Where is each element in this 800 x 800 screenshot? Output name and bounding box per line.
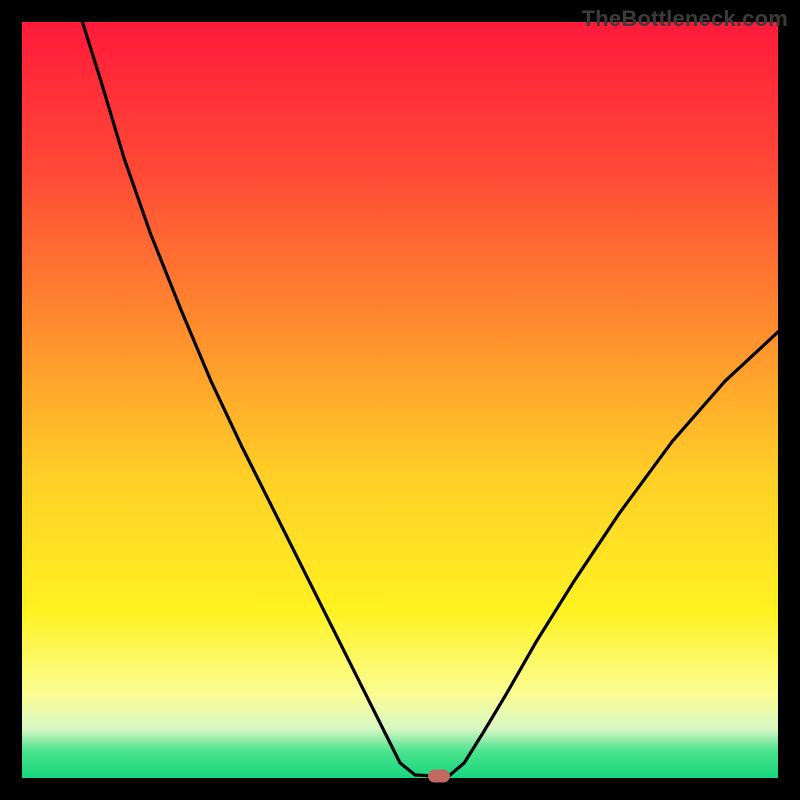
watermark-text: TheBottleneck.com — [582, 6, 788, 32]
plot-frame — [22, 22, 778, 778]
optimal-marker — [428, 769, 450, 782]
gradient-background — [22, 22, 778, 778]
chart-stage: TheBottleneck.com — [0, 0, 800, 800]
plot-svg — [22, 22, 778, 778]
